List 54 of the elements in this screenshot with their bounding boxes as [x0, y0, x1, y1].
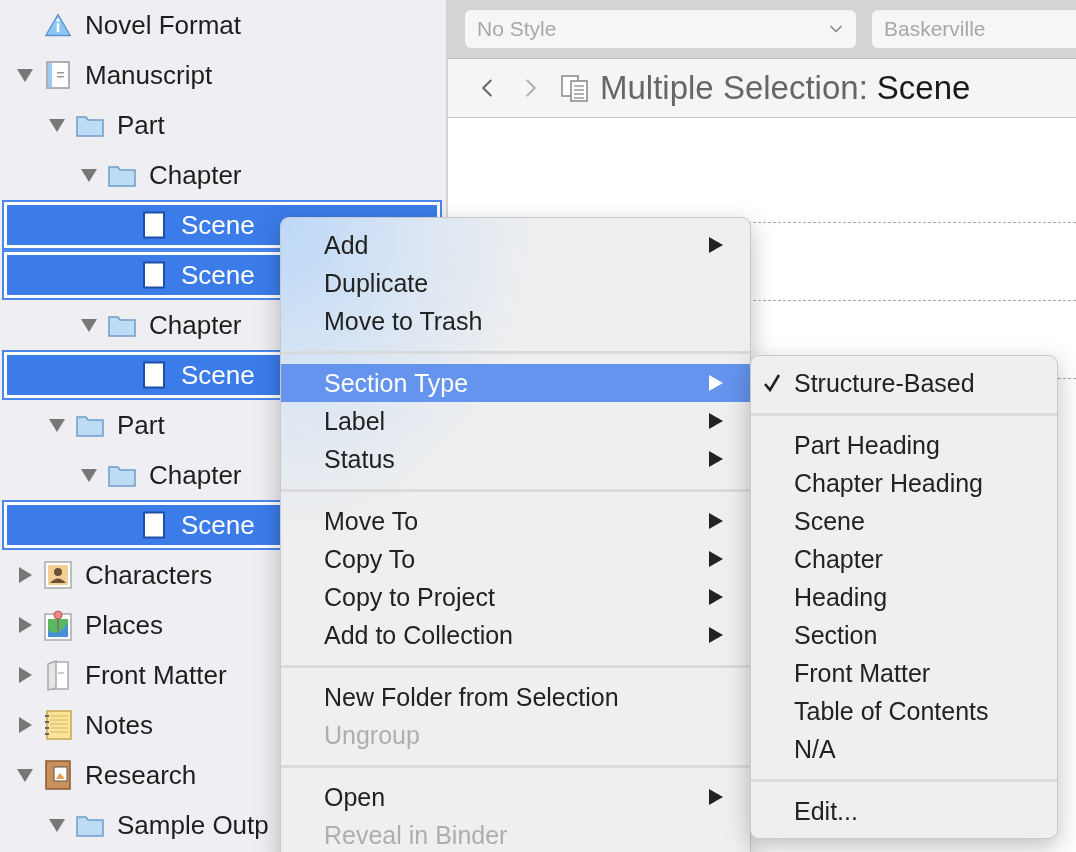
disclosure-triangle-icon[interactable] — [48, 416, 66, 434]
disclosure-triangle-icon[interactable] — [16, 616, 34, 634]
menu-item[interactable]: Section — [751, 616, 1057, 654]
document-icon — [46, 61, 70, 89]
disclosure-triangle-icon[interactable] — [16, 666, 34, 684]
disclosure-triangle-icon[interactable] — [16, 66, 34, 84]
disclosure-triangle-icon[interactable] — [16, 766, 34, 784]
binder-item[interactable]: Novel Format — [0, 0, 446, 50]
menu-item[interactable]: N/A — [751, 730, 1057, 768]
menu-item[interactable]: Copy to Project — [281, 578, 750, 616]
selection-label: Multiple Selection: — [600, 69, 868, 107]
menu-item[interactable]: Table of Contents — [751, 692, 1057, 730]
blank-page-icon — [142, 511, 166, 539]
disclosure-triangle-icon[interactable] — [80, 316, 98, 334]
disclosure-triangle-icon[interactable] — [16, 716, 34, 734]
binder-item[interactable]: Manuscript — [0, 50, 446, 100]
pages-icon — [46, 659, 70, 691]
disclosure-triangle-icon[interactable] — [48, 116, 66, 134]
photo-book-icon — [45, 760, 71, 790]
menu-item[interactable]: Open — [281, 778, 750, 816]
folder-icon — [76, 113, 104, 137]
disclosure-triangle-icon[interactable] — [48, 816, 66, 834]
menu-item[interactable]: Status — [281, 440, 750, 478]
map-pin-icon — [44, 609, 72, 641]
blank-page-icon — [142, 361, 166, 389]
disclosure-triangle-icon[interactable] — [16, 566, 34, 584]
person-card-icon — [44, 561, 72, 589]
menu-item[interactable]: Scene — [751, 502, 1057, 540]
menu-item[interactable]: Add to Collection — [281, 616, 750, 654]
folder-icon — [108, 163, 136, 187]
folder-icon — [76, 413, 104, 437]
notepad-icon — [44, 710, 72, 740]
menu-item[interactable]: Chapter — [751, 540, 1057, 578]
document-title: Scene — [876, 69, 971, 107]
menu-item[interactable]: New Folder from Selection — [281, 678, 750, 716]
menu-item[interactable]: Move to Trash — [281, 302, 750, 340]
menu-item[interactable]: Edit... — [751, 792, 1057, 830]
blank-page-icon — [142, 211, 166, 239]
folder-icon — [108, 313, 136, 337]
disclosure-triangle-icon[interactable] — [80, 466, 98, 484]
menu-item[interactable]: Heading — [751, 578, 1057, 616]
binder-item[interactable]: Chapter — [0, 150, 446, 200]
documents-icon — [560, 73, 590, 103]
menu-item[interactable]: Label — [281, 402, 750, 440]
folder-icon — [108, 463, 136, 487]
menu-item[interactable]: Chapter Heading — [751, 464, 1057, 502]
blank-page-icon — [142, 261, 166, 289]
menu-item[interactable]: Front Matter — [751, 654, 1057, 692]
folder-icon — [76, 813, 104, 837]
disclosure-triangle-icon[interactable] — [80, 166, 98, 184]
menu-item[interactable]: Part Heading — [751, 426, 1057, 464]
menu-item[interactable]: Structure-Based — [751, 364, 1057, 402]
warning-triangle-icon — [44, 11, 72, 39]
binder-item[interactable]: Part — [0, 100, 446, 150]
